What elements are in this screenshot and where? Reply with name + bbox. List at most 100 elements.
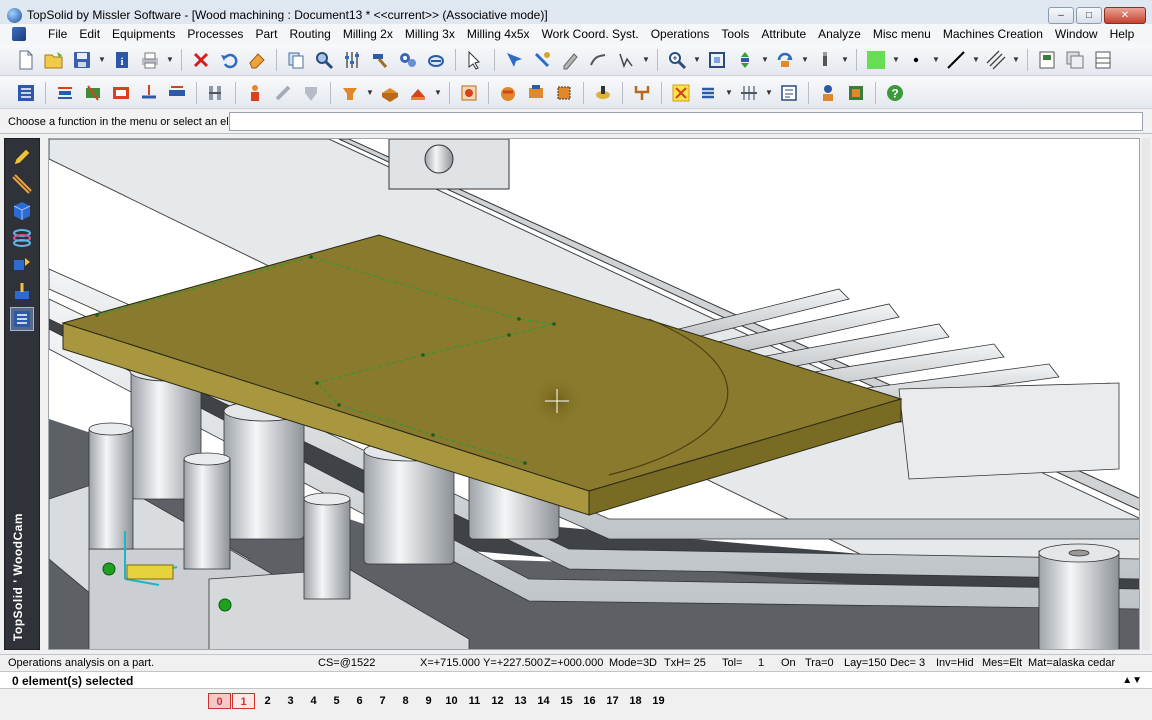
command-input[interactable] (229, 112, 1143, 131)
coil-icon[interactable] (10, 226, 34, 250)
layer-13[interactable]: 13 (509, 693, 532, 709)
dropdown-arrow-icon[interactable]: ▼ (932, 55, 940, 64)
dropdown-arrow-icon[interactable]: ▼ (841, 55, 849, 64)
layer-16[interactable]: 16 (578, 693, 601, 709)
ruler-icon[interactable] (10, 172, 34, 196)
menu-milling-2x[interactable]: Milling 2x (337, 27, 399, 41)
menu-tools[interactable]: Tools (715, 27, 755, 41)
eraser-icon[interactable] (245, 48, 269, 72)
tile-icon[interactable] (1091, 48, 1115, 72)
dropdown-arrow-icon[interactable]: ▼ (693, 55, 701, 64)
dropdown-arrow-icon[interactable]: ▼ (1012, 55, 1020, 64)
hatch-icon[interactable] (984, 48, 1008, 72)
machine-icon[interactable] (457, 81, 481, 105)
hand-icon[interactable] (299, 81, 323, 105)
dropdown-arrow-icon[interactable]: ▼ (434, 88, 442, 97)
pen-icon[interactable] (558, 48, 582, 72)
cursor-icon[interactable] (502, 48, 526, 72)
dropdown-arrow-icon[interactable]: ▼ (761, 55, 769, 64)
user-icon[interactable] (816, 81, 840, 105)
menu-work-coord-syst[interactable]: Work Coord. Syst. (536, 27, 645, 41)
list-icon[interactable] (737, 81, 761, 105)
menu-help[interactable]: Help (1104, 27, 1141, 41)
stock-icon[interactable] (406, 81, 430, 105)
settings-icon[interactable] (340, 48, 364, 72)
menu-routing[interactable]: Routing (283, 27, 336, 41)
window-icon[interactable] (1035, 48, 1059, 72)
pen-light-icon[interactable] (813, 48, 837, 72)
menu-milling-3x[interactable]: Milling 3x (399, 27, 461, 41)
layer-17[interactable]: 17 (601, 693, 624, 709)
viewport-scrollbar[interactable] (1142, 138, 1150, 650)
fit-icon[interactable] (705, 48, 729, 72)
cube-icon[interactable] (552, 81, 576, 105)
close-button[interactable]: ✕ (1104, 7, 1146, 24)
layer-10[interactable]: 10 (440, 693, 463, 709)
layer-5[interactable]: 5 (325, 693, 348, 709)
menu-misc[interactable]: Misc menu (867, 27, 937, 41)
pencil-icon[interactable] (10, 145, 34, 169)
drill-icon[interactable] (137, 81, 161, 105)
sheet-icon[interactable] (777, 81, 801, 105)
help-icon[interactable]: ? (883, 81, 907, 105)
tools-icon[interactable] (81, 81, 105, 105)
layer-4[interactable]: 4 (302, 693, 325, 709)
copy-window-icon[interactable] (1063, 48, 1087, 72)
layer-6[interactable]: 6 (348, 693, 371, 709)
layers-icon[interactable] (14, 81, 38, 105)
dropdown-arrow-icon[interactable]: ▼ (366, 88, 374, 97)
dropdown-arrow-icon[interactable]: ▼ (98, 55, 106, 64)
search-icon[interactable] (312, 48, 336, 72)
layer-15[interactable]: 15 (555, 693, 578, 709)
layer-19[interactable]: 19 (647, 693, 670, 709)
dropdown-arrow-icon[interactable]: ▼ (166, 55, 174, 64)
hammer-icon[interactable] (368, 48, 392, 72)
plate-icon[interactable] (165, 81, 189, 105)
layer-0[interactable]: 0 (208, 693, 231, 709)
dropdown-arrow-icon[interactable]: ▼ (765, 88, 773, 97)
menu-analyze[interactable]: Analyze (812, 27, 867, 41)
layer-7[interactable]: 7 (371, 693, 394, 709)
align-icon[interactable] (53, 81, 77, 105)
gears-icon[interactable] (396, 48, 420, 72)
bracket-icon[interactable] (630, 81, 654, 105)
frame-icon[interactable] (524, 81, 548, 105)
layer-12[interactable]: 12 (486, 693, 509, 709)
machine-icon[interactable] (10, 280, 34, 304)
dropdown-arrow-icon[interactable]: ▼ (892, 55, 900, 64)
toolpath-icon[interactable] (10, 307, 34, 331)
info-icon[interactable]: i (110, 48, 134, 72)
crop-icon[interactable] (697, 81, 721, 105)
layer-2[interactable]: 2 (256, 693, 279, 709)
menu-milling-4x5x[interactable]: Milling 4x5x (461, 27, 536, 41)
dropdown-arrow-icon[interactable]: ▼ (642, 55, 650, 64)
move-icon[interactable] (733, 48, 757, 72)
color-swatch-icon[interactable] (864, 48, 888, 72)
cancel-icon[interactable] (424, 48, 448, 72)
layer-11[interactable]: 11 (463, 693, 486, 709)
menu-part[interactable]: Part (249, 27, 283, 41)
setup-icon[interactable] (669, 81, 693, 105)
lock-icon[interactable] (271, 81, 295, 105)
layer-9[interactable]: 9 (417, 693, 440, 709)
dropdown-arrow-icon[interactable]: ▼ (801, 55, 809, 64)
menu-attribute[interactable]: Attribute (755, 27, 812, 41)
layer-8[interactable]: 8 (394, 693, 417, 709)
open-file-icon[interactable] (42, 48, 66, 72)
minimize-button[interactable]: – (1048, 7, 1074, 24)
menu-machines-creation[interactable]: Machines Creation (937, 27, 1049, 41)
zoom-icon[interactable] (665, 48, 689, 72)
rotate-icon[interactable] (773, 48, 797, 72)
shape-icon[interactable] (338, 81, 362, 105)
3d-viewport[interactable] (48, 138, 1140, 650)
query-icon[interactable] (530, 48, 554, 72)
menu-equipments[interactable]: Equipments (106, 27, 181, 41)
sketch-icon[interactable] (614, 48, 638, 72)
person-icon[interactable] (243, 81, 267, 105)
layer-18[interactable]: 18 (624, 693, 647, 709)
new-file-icon[interactable] (14, 48, 38, 72)
menu-edit[interactable]: Edit (73, 27, 106, 41)
clamp-icon[interactable] (496, 81, 520, 105)
cube-icon[interactable] (10, 199, 34, 223)
dropdown-arrow-icon[interactable]: ▼ (972, 55, 980, 64)
